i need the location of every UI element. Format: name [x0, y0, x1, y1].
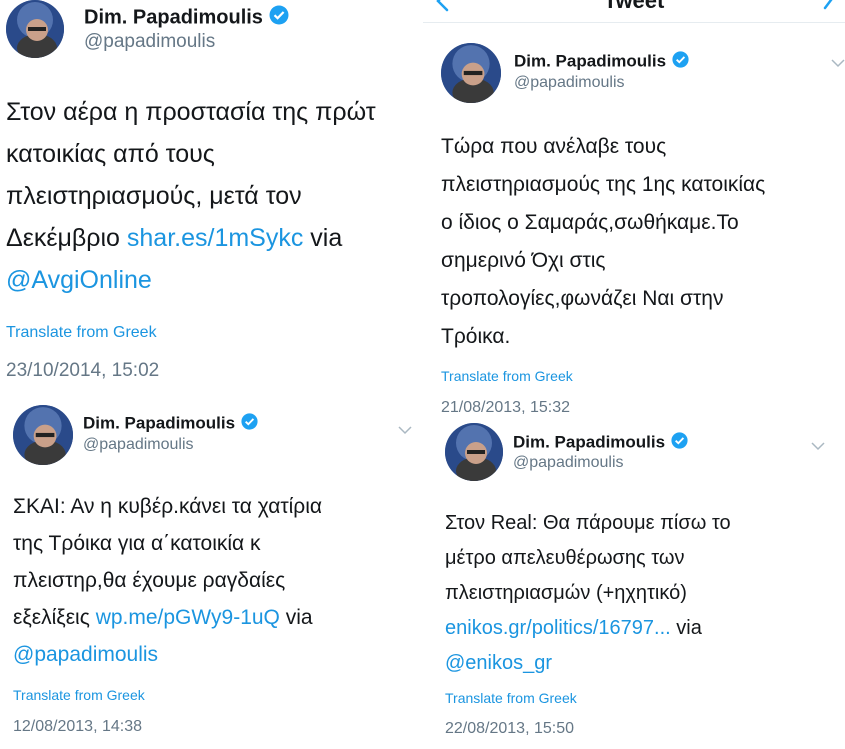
translate-link[interactable]: Translate from Greek: [445, 690, 577, 706]
tweet-text: Τώρα που ανέλαβε τους πλειστηριασμούς τη…: [441, 135, 766, 348]
chevron-down-icon[interactable]: [811, 438, 825, 456]
tweet-via: via: [670, 617, 702, 639]
author-name[interactable]: Dim. Papadimoulis: [513, 432, 688, 454]
tweet-timestamp: 12/08/2013, 14:38: [13, 718, 143, 735]
tweet-link[interactable]: shar.es/1mSykc: [127, 224, 303, 252]
tweet-text: Στον αέρα η προστασία της πρώτ κατοικίας…: [6, 91, 420, 301]
tweet-card-4[interactable]: Dim. Papadimoulis @papadimoulis Στον Rea…: [423, 420, 845, 749]
tweet-mention[interactable]: @papadimoulis: [13, 643, 158, 666]
author-name-text: Dim. Papadimoulis: [83, 413, 236, 433]
author-handle[interactable]: @papadimoulis: [84, 31, 215, 53]
verified-badge-icon: [672, 51, 689, 73]
nav-title: Tweet: [603, 0, 665, 13]
tweet-text: Στον Real: Θα πάρουμε πίσω το μέτρο απελ…: [445, 506, 840, 681]
compose-icon[interactable]: [821, 0, 841, 15]
author-name-text: Dim. Papadimoulis: [513, 432, 666, 452]
tweet-link[interactable]: wp.me/pGWy9-1uQ: [96, 606, 280, 629]
tweet-text: ΣΚΑΙ: Αν η κυβέρ.κάνει τα χατίρια της Τρ…: [13, 488, 413, 673]
tweet-timestamp: 22/08/2013, 15:50: [445, 720, 575, 737]
author-name-text: Dim. Papadimoulis: [84, 6, 263, 29]
tweet-card-3[interactable]: Dim. Papadimoulis @papadimoulis ΣΚΑΙ: Αν…: [0, 400, 420, 749]
chevron-down-icon[interactable]: [398, 422, 412, 440]
tweet-nav-bar: Tweet: [423, 0, 845, 23]
tweet-timestamp: 21/08/2013, 15:32: [441, 399, 571, 416]
tweet-card-2[interactable]: Dim. Papadimoulis @papadimoulis Τώρα που…: [423, 23, 845, 420]
translate-link[interactable]: Translate from Greek: [6, 324, 157, 342]
tweet-via: via: [303, 224, 343, 252]
author-name-text: Dim. Papadimoulis: [514, 51, 667, 71]
author-name[interactable]: Dim. Papadimoulis: [83, 413, 258, 435]
avatar[interactable]: [13, 405, 73, 465]
tweet-mention[interactable]: @AvgiOnline: [6, 266, 152, 294]
avatar[interactable]: [441, 43, 501, 103]
tweet-via: via: [279, 606, 313, 629]
verified-badge-icon: [269, 5, 289, 31]
author-handle[interactable]: @papadimoulis: [513, 454, 624, 472]
tweet-text-plain: Στον Real: Θα πάρουμε πίσω το μέτρο απελ…: [445, 512, 731, 604]
author-name[interactable]: Dim. Papadimoulis: [514, 51, 689, 73]
avatar[interactable]: [445, 423, 503, 481]
verified-badge-icon: [671, 432, 688, 454]
avatar[interactable]: [6, 0, 64, 58]
author-handle[interactable]: @papadimoulis: [514, 74, 625, 92]
author-name[interactable]: Dim. Papadimoulis: [84, 5, 289, 31]
verified-badge-icon: [241, 413, 258, 435]
tweet-link[interactable]: enikos.gr/politics/16797...: [445, 617, 671, 639]
collage-divider: [420, 0, 423, 749]
author-handle[interactable]: @papadimoulis: [83, 436, 194, 454]
tweet-card-1[interactable]: Dim. Papadimoulis @papadimoulis Στον αέρ…: [0, 0, 420, 395]
translate-link[interactable]: Translate from Greek: [441, 368, 573, 384]
chevron-down-icon[interactable]: [831, 55, 845, 73]
tweet-timestamp: 23/10/2014, 15:02: [6, 360, 160, 381]
translate-link[interactable]: Translate from Greek: [13, 687, 145, 703]
tweet-mention[interactable]: @enikos_gr: [445, 652, 552, 674]
